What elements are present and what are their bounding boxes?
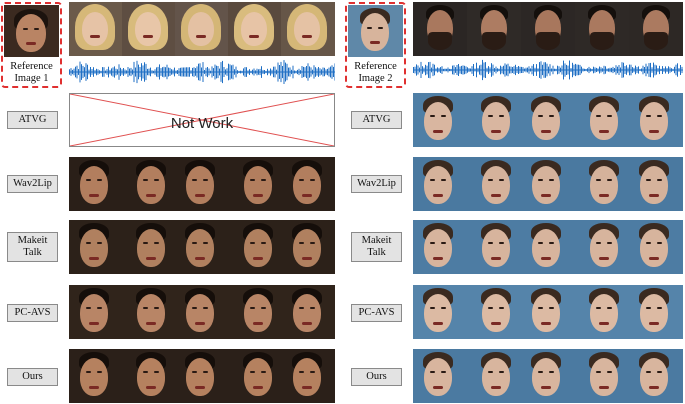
driving-frame	[175, 2, 228, 56]
method-label-wav2lip: Wav2Lip	[7, 175, 58, 193]
result-frame	[575, 349, 629, 403]
audio-waveform-2	[413, 59, 683, 81]
driving-frame	[413, 2, 467, 56]
method-label-pcavs: PC-AVS	[7, 304, 58, 322]
driving-frame	[69, 2, 122, 56]
driving-frame	[521, 2, 575, 56]
result-frame	[629, 285, 683, 339]
result-frame	[629, 157, 683, 211]
result-frame	[122, 349, 176, 403]
result-frame	[175, 157, 229, 211]
result-frame	[69, 285, 123, 339]
result-frame	[413, 285, 467, 339]
reference-image-1-label: Reference Image 1	[10, 61, 53, 84]
audio-waveform-1	[69, 60, 335, 84]
result-frame	[629, 220, 683, 274]
reference-image-2-label: Reference Image 2	[354, 61, 397, 84]
method-label-atvg: ATVG	[351, 111, 402, 129]
result-frame	[413, 157, 467, 211]
driving-frame	[575, 2, 629, 56]
atvg-not-work-placeholder: Not Work	[69, 93, 335, 147]
result-frame	[467, 220, 521, 274]
result-frame	[521, 220, 575, 274]
result-frame	[467, 157, 521, 211]
result-frame	[228, 285, 282, 339]
driving-frame	[228, 2, 281, 56]
result-frame	[175, 349, 229, 403]
result-frame	[122, 285, 176, 339]
result-frame	[521, 157, 575, 211]
result-frame	[467, 285, 521, 339]
driving-frame	[629, 2, 683, 56]
result-frame	[467, 349, 521, 403]
result-frame	[281, 157, 335, 211]
result-frame	[629, 349, 683, 403]
result-frame	[69, 220, 123, 274]
not-work-text: Not Work	[170, 115, 234, 132]
result-frame	[575, 285, 629, 339]
result-frame	[228, 157, 282, 211]
result-frame	[575, 220, 629, 274]
result-frame	[467, 93, 521, 147]
method-label-atvg: ATVG	[7, 111, 58, 129]
method-label-ours: Ours	[7, 368, 58, 386]
result-frame	[413, 349, 467, 403]
method-label-makeittalk: Makeit Talk	[7, 232, 58, 262]
result-frame	[575, 93, 629, 147]
result-frame	[175, 285, 229, 339]
result-frame	[281, 220, 335, 274]
result-frame	[122, 157, 176, 211]
reference-image-1	[4, 5, 59, 57]
reference-image-2	[348, 5, 403, 57]
method-label-ours: Ours	[351, 368, 402, 386]
driving-frame	[467, 2, 521, 56]
method-label-makeittalk: Makeit Talk	[351, 232, 402, 262]
method-label-pcavs: PC-AVS	[351, 304, 402, 322]
result-frame	[413, 93, 467, 147]
driving-frame	[281, 2, 335, 56]
result-frame	[69, 157, 123, 211]
result-frame	[629, 93, 683, 147]
result-frame	[281, 285, 335, 339]
result-frame	[575, 157, 629, 211]
result-frame	[521, 349, 575, 403]
result-frame	[281, 349, 335, 403]
result-frame	[122, 220, 176, 274]
result-frame	[521, 285, 575, 339]
method-label-wav2lip: Wav2Lip	[351, 175, 402, 193]
driving-frame	[122, 2, 175, 56]
result-frame	[69, 349, 123, 403]
result-frame	[175, 220, 229, 274]
result-frame	[413, 220, 467, 274]
result-frame	[228, 349, 282, 403]
result-frame	[228, 220, 282, 274]
result-frame	[521, 93, 575, 147]
